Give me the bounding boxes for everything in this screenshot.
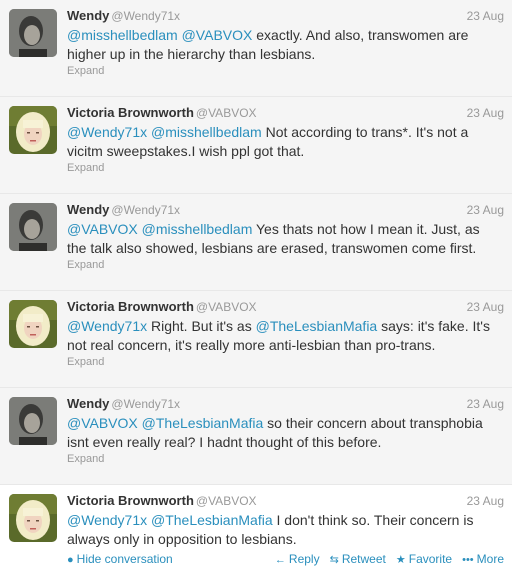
- expand-link[interactable]: Expand: [67, 162, 104, 174]
- reply-arrow-icon: ←: [274, 554, 286, 566]
- tweet-item[interactable]: Victoria Brownworth @VABVOX 23 Aug @Wendy71…: [0, 291, 512, 388]
- tweet-header: Wendy @Wendy71x 23 Aug: [67, 395, 504, 413]
- tweet-header: Wendy @Wendy71x 23 Aug: [67, 7, 504, 25]
- tweet-timestamp[interactable]: 23 Aug: [467, 492, 504, 510]
- speech-bubble-icon: ●: [67, 554, 74, 566]
- hide-conversation-label: Hide conversation: [76, 552, 173, 566]
- more-dots-icon: •••: [462, 554, 474, 566]
- mention-link[interactable]: @TheLesbianMafia: [151, 512, 273, 528]
- mention-link[interactable]: @VABVOX: [67, 415, 138, 431]
- author-fullname[interactable]: Wendy: [67, 202, 109, 217]
- mention-link[interactable]: @misshellbedlam: [67, 27, 178, 43]
- tweet-item[interactable]: Wendy @Wendy71x 23 Aug @misshellbedlam @VAB…: [0, 0, 512, 97]
- author-fullname[interactable]: Victoria Brownworth: [67, 299, 194, 314]
- author-username[interactable]: @VABVOX: [196, 106, 257, 120]
- avatar[interactable]: [9, 9, 57, 57]
- mention-link[interactable]: @misshellbedlam: [142, 221, 253, 237]
- tweet-header: Victoria Brownworth @VABVOX 23 Aug: [67, 492, 504, 510]
- author-fullname[interactable]: Victoria Brownworth: [67, 493, 194, 508]
- tweet-actions: ● Hide conversation ← Reply ⇆ Retweet ★ Favorit…: [67, 551, 504, 567]
- star-icon: ★: [395, 554, 406, 566]
- retweet-label: Retweet: [341, 552, 386, 566]
- reply-label: Reply: [288, 552, 320, 566]
- author-username[interactable]: @VABVOX: [196, 494, 257, 508]
- author-username[interactable]: @Wendy71x: [111, 9, 180, 23]
- avatar[interactable]: [9, 106, 57, 154]
- mention-link[interactable]: @TheLesbianMafia: [142, 415, 264, 431]
- tweet-item[interactable]: Victoria Brownworth @VABVOX 23 Aug @Wendy71…: [0, 485, 512, 576]
- tweet-timestamp[interactable]: 23 Aug: [467, 395, 504, 413]
- tweet-item[interactable]: Wendy @Wendy71x 23 Aug @VABVOX @misshellbed…: [0, 194, 512, 291]
- tweet-text: @Wendy71x @misshellbedlam Not according …: [67, 123, 502, 161]
- mention-link[interactable]: @VABVOX: [182, 27, 253, 43]
- mention-link[interactable]: @Wendy71x: [67, 318, 147, 334]
- avatar[interactable]: [9, 203, 57, 251]
- favorite-button[interactable]: ★ Favorite: [396, 552, 452, 566]
- avatar[interactable]: [9, 397, 57, 445]
- mention-link[interactable]: @Wendy71x: [67, 124, 147, 140]
- avatar[interactable]: [9, 494, 57, 542]
- tweet-action-group: ← Reply ⇆ Retweet ★ Favorite ••• More: [265, 551, 504, 568]
- tweet-text: @Wendy71x Right. But it's as @TheLesbian…: [67, 317, 502, 355]
- author-fullname[interactable]: Victoria Brownworth: [67, 105, 194, 120]
- expand-link[interactable]: Expand: [67, 356, 104, 368]
- tweet-timestamp[interactable]: 23 Aug: [467, 104, 504, 122]
- conversation-timeline: Wendy @Wendy71x 23 Aug @misshellbedlam @VAB…: [0, 0, 512, 576]
- expand-link[interactable]: Expand: [67, 65, 104, 77]
- tweet-text: @VABVOX @misshellbedlam Yes thats not ho…: [67, 220, 502, 258]
- mention-link[interactable]: @VABVOX: [67, 221, 138, 237]
- mention-link[interactable]: @TheLesbianMafia: [256, 318, 378, 334]
- tweet-text-segment: Right. But it's as: [147, 318, 256, 334]
- tweet-header: Wendy @Wendy71x 23 Aug: [67, 201, 504, 219]
- author-username[interactable]: @Wendy71x: [111, 203, 180, 217]
- expand-link[interactable]: Expand: [67, 259, 104, 271]
- retweet-icon: ⇆: [329, 554, 339, 566]
- hide-conversation-link[interactable]: ● Hide conversation: [67, 551, 173, 568]
- avatar[interactable]: [9, 300, 57, 348]
- tweet-text: @VABVOX @TheLesbianMafia so their concer…: [67, 414, 502, 452]
- tweet-text: @misshellbedlam @VABVOX exactly. And als…: [67, 26, 502, 64]
- tweet-timestamp[interactable]: 23 Aug: [467, 298, 504, 316]
- mention-link[interactable]: @misshellbedlam: [151, 124, 262, 140]
- tweet-item[interactable]: Wendy @Wendy71x 23 Aug @VABVOX @TheLesbianM…: [0, 388, 512, 485]
- more-button[interactable]: ••• More: [462, 552, 504, 566]
- more-label: More: [476, 552, 504, 566]
- author-fullname[interactable]: Wendy: [67, 396, 109, 411]
- tweet-text: @Wendy71x @TheLesbianMafia I don't think…: [67, 511, 502, 549]
- retweet-button[interactable]: ⇆ Retweet: [330, 552, 386, 566]
- reply-button[interactable]: ← Reply: [275, 552, 320, 566]
- tweet-header: Victoria Brownworth @VABVOX 23 Aug: [67, 298, 504, 316]
- author-fullname[interactable]: Wendy: [67, 8, 109, 23]
- author-username[interactable]: @VABVOX: [196, 300, 257, 314]
- tweet-item[interactable]: Victoria Brownworth @VABVOX 23 Aug @Wendy71…: [0, 97, 512, 194]
- expand-link[interactable]: Expand: [67, 453, 104, 465]
- favorite-label: Favorite: [408, 552, 453, 566]
- mention-link[interactable]: @Wendy71x: [67, 512, 147, 528]
- tweet-header: Victoria Brownworth @VABVOX 23 Aug: [67, 104, 504, 122]
- tweet-timestamp[interactable]: 23 Aug: [467, 7, 504, 25]
- tweet-timestamp[interactable]: 23 Aug: [467, 201, 504, 219]
- author-username[interactable]: @Wendy71x: [111, 397, 180, 411]
